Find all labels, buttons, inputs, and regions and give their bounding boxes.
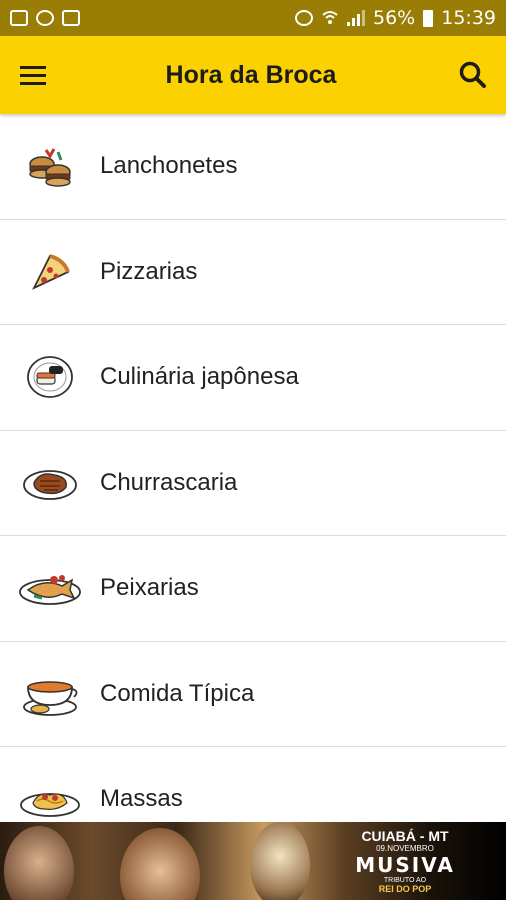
soup-bowl-icon	[0, 662, 100, 726]
category-label: Churrascaria	[100, 468, 238, 496]
mail-notification-icon	[62, 10, 80, 26]
fish-plate-icon	[0, 556, 100, 620]
banner-line2: REI DO POP	[378, 884, 432, 894]
banner-line1: TRIBUTO AO	[383, 877, 427, 884]
status-system: 56% 15:39	[295, 7, 496, 29]
banner-brand: MUSIVA	[355, 853, 455, 877]
app-title: Hora da Broca	[165, 60, 337, 89]
category-label: Pizzarias	[100, 257, 198, 285]
banner-date: 09.NOVEMBRO	[376, 844, 434, 853]
banner-photo-right	[250, 822, 310, 900]
category-item-pizzarias[interactable]: Pizzarias	[0, 220, 506, 325]
battery-icon	[423, 9, 434, 27]
hamburger-menu-icon[interactable]	[0, 36, 66, 114]
app-bar: Hora da Broca	[0, 36, 506, 114]
alarm-icon	[295, 10, 313, 26]
banner-text: CUIABÁ - MT 09.NOVEMBRO MUSIVA TRIBUTO A…	[340, 828, 470, 894]
pizza-slice-icon	[0, 240, 100, 304]
whatsapp-notification-icon	[36, 10, 54, 26]
battery-percent: 56%	[373, 7, 416, 29]
search-icon[interactable]	[440, 36, 506, 114]
banner-city: CUIABÁ - MT	[361, 828, 449, 844]
category-item-culinaria-japonesa[interactable]: Culinária japônesa	[0, 325, 506, 431]
pasta-plate-icon	[0, 767, 100, 822]
category-label: Lanchonetes	[100, 152, 238, 180]
status-notifications	[10, 10, 80, 26]
banner-photo-left	[4, 826, 74, 900]
sushi-plate-icon	[0, 345, 100, 409]
signal-icon	[347, 10, 365, 26]
burger-icon	[0, 134, 100, 198]
category-item-churrascaria[interactable]: Churrascaria	[0, 431, 506, 536]
wifi-icon	[322, 11, 338, 24]
clock: 15:39	[441, 7, 496, 29]
category-label: Peixarias	[100, 574, 199, 602]
status-bar: 56% 15:39	[0, 0, 506, 36]
category-item-comida-tipica[interactable]: Comida Típica	[0, 642, 506, 747]
banner-photo-center	[120, 828, 200, 900]
category-item-massas[interactable]: Massas	[0, 747, 506, 822]
category-item-peixarias[interactable]: Peixarias	[0, 536, 506, 642]
steak-plate-icon	[0, 451, 100, 515]
ad-banner[interactable]: CUIABÁ - MT 09.NOVEMBRO MUSIVA TRIBUTO A…	[0, 822, 506, 900]
category-item-lanchonetes[interactable]: Lanchonetes	[0, 114, 506, 220]
category-list: Lanchonetes Pizzarias Culinária japônesa	[0, 114, 506, 822]
category-label: Comida Típica	[100, 679, 255, 707]
category-label: Massas	[100, 785, 183, 813]
category-label: Culinária japônesa	[100, 363, 299, 391]
image-notification-icon	[10, 10, 28, 26]
